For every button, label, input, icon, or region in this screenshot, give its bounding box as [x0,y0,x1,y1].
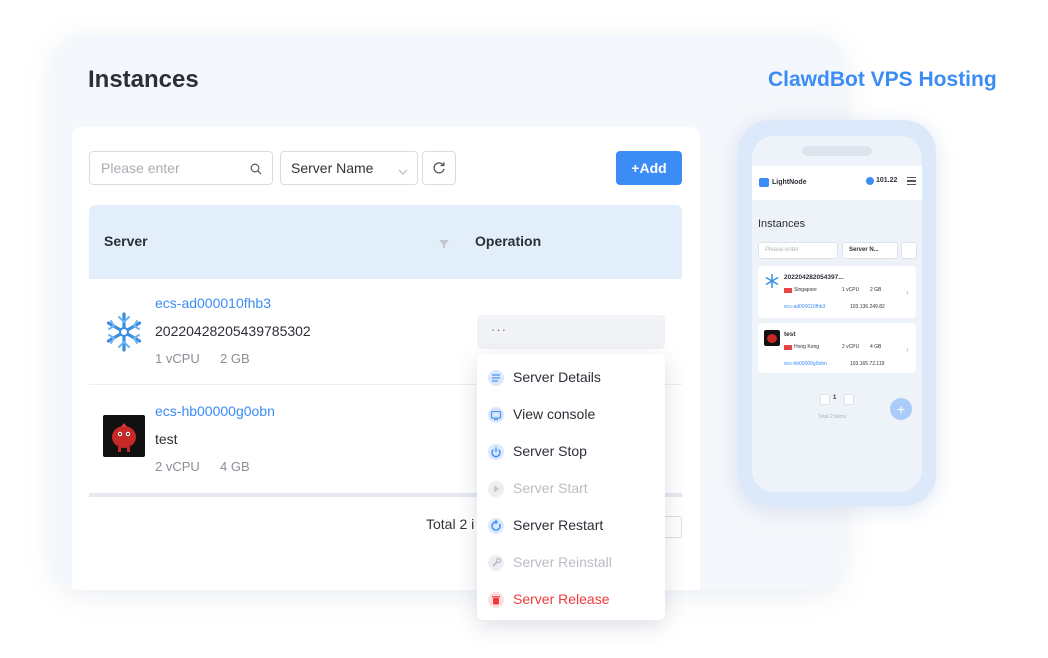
menu-item-server-release[interactable]: Server Release [477,580,665,617]
menu-item-server-start[interactable]: Server Start [477,469,665,506]
phone-pagination: 1 [820,394,856,406]
phone-mockup: LightNode 101.22 Instances Please enter … [738,120,936,506]
flag-icon [784,288,792,293]
phone-title: Instances [758,218,806,230]
column-operation: Operation [475,233,542,249]
refresh-icon [433,162,445,174]
hamburger-menu-icon[interactable] [907,177,916,185]
chevron-right-icon: › [906,345,909,354]
menu-item-server-restart[interactable]: Server Restart [477,506,665,543]
console-icon [488,407,504,423]
chevron-down-icon [398,163,408,181]
snowflake-os-icon [764,273,780,289]
phone-header: LightNode 101.22 [752,166,922,200]
phone-balance: 101.22 [876,177,898,184]
phone-search-input[interactable]: Please enter [758,242,838,259]
prev-page-button[interactable] [820,394,830,405]
red-bird-avatar-icon [764,330,780,346]
phone-brand: LightNode [772,179,807,186]
red-bird-avatar-icon [103,415,145,457]
refresh-button[interactable] [422,151,456,185]
server-name-select[interactable]: Server Name [280,151,418,185]
lightnode-logo-icon [759,178,769,187]
operation-more-button[interactable]: ··· [477,315,665,349]
add-button[interactable]: +Add [616,151,682,185]
menu-item-server-stop[interactable]: Server Stop [477,432,665,469]
phone-total: Total 2 items [818,414,847,420]
stage: Instances ClawdBot VPS Hosting Server Na… [0,0,1048,658]
server-name: 20220428205439785302 [155,323,311,339]
menu-item-view-console[interactable]: View console [477,395,665,432]
coin-icon [866,177,874,185]
select-value: Server Name [291,160,374,176]
table-header: Server Operation [89,205,682,279]
phone-server-card[interactable]: 202204282054397... Singapore 1 vCPU 2 GB… [758,266,916,318]
search-box [89,151,273,185]
phone-select[interactable]: Server N... [842,242,898,259]
wrench-icon [488,555,504,571]
server-id-link[interactable]: ecs-hb00000g0obn [155,403,275,419]
server-ram: 2 GB [220,351,250,366]
filter-icon[interactable] [439,236,449,254]
phone-add-button[interactable]: + [890,398,912,420]
column-server: Server [104,233,148,249]
search-icon[interactable] [250,162,262,180]
chevron-right-icon: › [906,288,909,297]
details-icon [488,370,504,386]
trash-icon [488,592,504,608]
server-ram: 4 GB [220,459,250,474]
server-cpu: 2 vCPU [155,459,200,474]
phone-notch [802,146,872,156]
menu-item-server-details[interactable]: Server Details [477,358,665,395]
next-page-button[interactable] [844,394,854,405]
server-id-link[interactable]: ecs-ad000010fhb3 [155,295,271,311]
play-icon [488,481,504,497]
page-title: Instances [88,66,199,93]
restart-icon [488,518,504,534]
search-input[interactable] [90,152,230,184]
server-name: test [155,431,178,447]
flag-icon [784,345,792,350]
power-icon [488,444,504,460]
pagination-total: Total 2 i [426,516,475,532]
brand-title: ClawdBot VPS Hosting [768,68,997,91]
menu-item-server-reinstall[interactable]: Server Reinstall [477,543,665,580]
snowflake-os-icon [103,311,145,353]
server-cpu: 1 vCPU [155,351,200,366]
phone-refresh-button[interactable] [901,242,917,259]
operation-menu: Server Details View console Server Stop … [477,354,665,620]
phone-server-card[interactable]: test Hong Kong 2 vCPU 4 GB ecs-hb00000g0… [758,323,916,373]
phone-screen: LightNode 101.22 Instances Please enter … [752,136,922,492]
more-icon: ··· [491,322,507,337]
